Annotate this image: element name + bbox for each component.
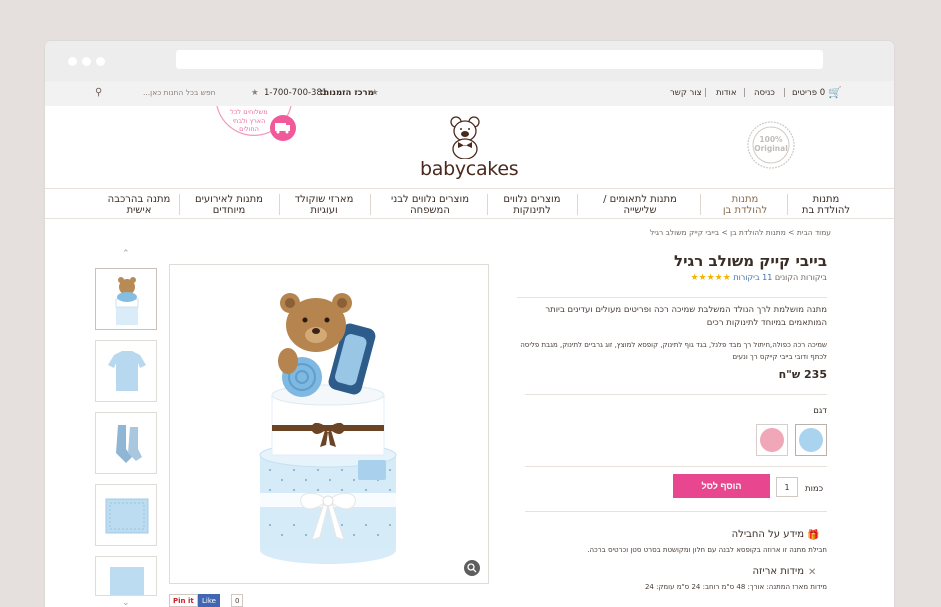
address-bar[interactable] [176, 50, 823, 69]
gift-icon: 🎁 [807, 530, 820, 541]
quantity-label: כמות [805, 484, 824, 494]
nav-separator [279, 194, 280, 215]
package-info-text: חבילת מתנה זו ארוזה בקופסא לבנה עם חלון … [587, 546, 827, 554]
chevron-up-icon[interactable]: ⌃ [122, 249, 130, 259]
cart-icon[interactable]: 🛒 [828, 86, 842, 99]
window-dot [82, 57, 91, 66]
swatch-pink[interactable] [756, 424, 788, 456]
nav-separator [370, 194, 371, 215]
logo-text[interactable]: babycakes [420, 158, 519, 180]
swatch-blue[interactable] [795, 424, 827, 456]
phone-number: 1-700-700-381 [264, 88, 328, 98]
thumbnail-5[interactable] [95, 556, 157, 596]
rating-stars-icon: ★★★★★ [690, 273, 731, 283]
dimensions-title: מידות אריזה [752, 566, 804, 577]
star-icon: ★ [371, 88, 379, 98]
nav-separator [787, 194, 788, 215]
reviews-suffix: ביקורות הקונים [774, 273, 827, 282]
model-label: דגם [813, 406, 827, 416]
topbar-separator: | [783, 88, 786, 98]
breadcrumb[interactable]: עמוד הבית > מתנות להולדת בן > בייבי קייק… [650, 228, 831, 237]
thumbnail-blanket-image [105, 498, 149, 534]
quantity-input[interactable]: 1 [776, 477, 798, 497]
phone-label: מרכז הזמנות: [320, 88, 374, 98]
search-icon[interactable]: ⚲ [95, 87, 102, 98]
nav-item-family-products[interactable]: מוצרים נלווים לבני המשפחה [375, 194, 485, 216]
thumbnail-socks-image [116, 425, 142, 463]
nav-item-chocolate[interactable]: מארזי שוקולד ועוגיות [283, 194, 365, 216]
divider [525, 466, 827, 467]
chevron-down-icon[interactable]: ⌄ [122, 598, 130, 607]
package-info-title: מידע על החבילה [731, 529, 804, 540]
star-icon: ★ [251, 88, 259, 98]
divider [525, 394, 827, 395]
original-badge-text: 100% Original [754, 135, 788, 153]
browser-chrome [45, 41, 894, 81]
nav-item-events[interactable]: מתנות לאירועים מיוחדים [181, 194, 277, 216]
delivery-stamp-text: משלוחים לכל הארץ ולבתי החולים [230, 108, 268, 133]
about-link[interactable]: אודות [716, 88, 737, 98]
reviews-link[interactable]: 11 ביקורות [733, 273, 772, 282]
nav-item-custom-gift[interactable]: מתנה בהרכבה אישית [99, 194, 179, 216]
product-description: מתנה מושלמת לרך הנולד המשלבת שמיכה רכה ו… [517, 297, 827, 330]
thumbnail-3[interactable] [95, 412, 157, 474]
facebook-like-button[interactable]: Like [198, 594, 220, 607]
main-navigation: מתנות להולדת בת מתנות להולדת בן מתנות לת… [45, 188, 894, 219]
nav-item-girl-gifts[interactable]: מתנות להולדת בת [793, 194, 859, 216]
login-link[interactable]: כניסה [754, 88, 775, 98]
add-to-cart-button[interactable]: הוסף לסל [673, 474, 770, 498]
nav-separator [487, 194, 488, 215]
nav-item-baby-products[interactable]: מוצרים נלווים לתינוקות [489, 194, 575, 216]
thumbnail-1[interactable] [95, 268, 157, 330]
site-content: משלוחים לכל הארץ ולבתי החולים babycakes … [45, 106, 894, 607]
window-dot [68, 57, 77, 66]
window-dot [96, 57, 105, 66]
rating-row: ביקורות הקונים 11 ביקורות ★★★★★ [690, 273, 827, 283]
product-price: 235 ש"ח [778, 368, 827, 381]
topbar-separator: | [743, 88, 746, 98]
contact-link[interactable]: צור קשר [670, 88, 702, 98]
nav-separator [577, 194, 578, 215]
main-product-image[interactable] [169, 264, 489, 584]
dimensions-text: מידות מארז המתנה: אורך: 48 ס"מ רוחב: 24 … [644, 583, 827, 591]
top-bar: ⚲ חפש בכל החנות כאן... ★ 1-700-700-381 מ… [45, 81, 894, 106]
thumbnail-bodysuit-image [108, 351, 146, 391]
nav-separator [179, 194, 180, 215]
nav-item-boy-gifts[interactable]: מתנות להולדת בן [718, 194, 772, 216]
product-title: בייבי קייק משולב רגיל [674, 252, 827, 270]
nav-separator [700, 194, 701, 215]
cart-count[interactable]: 0 פריטים [792, 88, 825, 98]
pinterest-button[interactable]: Pin it [169, 594, 198, 607]
nav-item-twins-gifts[interactable]: מתנות לתאומים / שלישייה [590, 194, 690, 216]
thumbnail-4[interactable] [95, 484, 157, 546]
thumbnail-2[interactable] [95, 340, 157, 402]
baby-cake-image [259, 293, 480, 576]
divider [525, 511, 827, 512]
thumbnail-cake-image [115, 277, 139, 325]
bear-logo-icon[interactable] [445, 115, 485, 159]
search-input[interactable]: חפש בכל החנות כאן... [143, 88, 216, 97]
topbar-separator: | [704, 88, 707, 98]
ruler-cross-icon: ✕ [808, 567, 817, 578]
thumbnail-towel-image [110, 567, 144, 595]
like-count: 0 [231, 594, 244, 607]
browser-window: ⚲ חפש בכל החנות כאן... ★ 1-700-700-381 מ… [45, 41, 894, 607]
product-contents: שמיכה רכה כפולה,חיתול רך מבד פלנל, בגד ג… [520, 341, 827, 361]
